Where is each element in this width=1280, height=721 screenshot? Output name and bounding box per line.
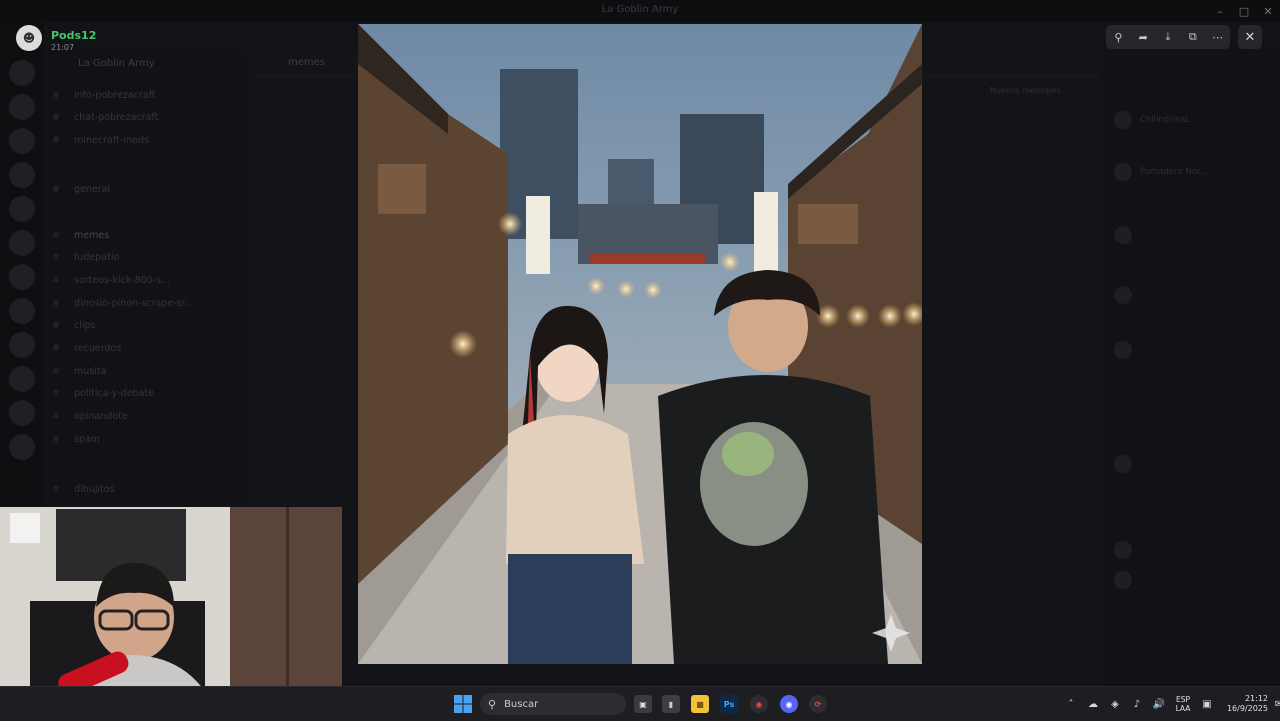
app-icon[interactable]: ⟳: [809, 695, 827, 713]
notification-icon[interactable]: ✉: [1268, 699, 1280, 710]
server-icon[interactable]: [9, 196, 35, 222]
close-viewer-button[interactable]: ✕: [1238, 25, 1262, 49]
channel-list: La Goblin Army # info-pobrezacraft # chat-…: [44, 50, 244, 510]
member-item[interactable]: [1114, 340, 1140, 360]
server-name[interactable]: La Goblin Army: [78, 58, 155, 69]
more-icon[interactable]: ⋯: [1208, 31, 1228, 44]
server-icon[interactable]: [9, 162, 35, 188]
member-item[interactable]: [1114, 285, 1140, 305]
server-icon[interactable]: [9, 366, 35, 392]
zoom-in-icon[interactable]: ⚲: [1108, 31, 1128, 44]
photoshop-icon[interactable]: Ps: [720, 695, 738, 713]
uploader-name[interactable]: Pods12: [51, 29, 96, 42]
chat-channel-name: memes: [288, 57, 325, 68]
channel-item[interactable]: # spam: [52, 434, 100, 452]
channel-item[interactable]: # info-pobrezacraft: [52, 90, 156, 108]
channel-item-selected[interactable]: # memes: [52, 230, 109, 248]
uploader-info: ☻ Pods12 21:07: [16, 24, 96, 52]
forward-icon[interactable]: ➦: [1133, 31, 1153, 44]
channel-item[interactable]: # recuerdos: [52, 343, 121, 361]
avatar: [1114, 286, 1132, 304]
windows-start-icon[interactable]: [454, 695, 472, 713]
open-external-icon[interactable]: ⧉: [1183, 30, 1203, 44]
avatar: [1114, 455, 1132, 473]
channel-item[interactable]: # musita: [52, 366, 106, 384]
channel-item[interactable]: # opinandote: [52, 411, 128, 429]
window-title: La Goblin Army: [601, 4, 679, 15]
task-view-icon[interactable]: ▣: [634, 695, 652, 713]
uploader-avatar[interactable]: ☻: [16, 25, 42, 51]
member-item[interactable]: ChilindrinaL: [1114, 110, 1190, 130]
window-close-icon[interactable]: ✕: [1256, 0, 1280, 22]
avatar: [1114, 226, 1132, 244]
channel-item[interactable]: # dibujitos: [52, 484, 115, 502]
window-titlebar: La Goblin Army – □ ✕: [0, 0, 1280, 22]
member-item[interactable]: Pomadero Nor...: [1114, 162, 1208, 182]
maximize-icon[interactable]: □: [1232, 0, 1256, 22]
avatar: [1114, 341, 1132, 359]
language-indicator[interactable]: ESP LAA: [1170, 695, 1196, 713]
channel-item[interactable]: # fudepatio: [52, 252, 119, 270]
avatar: [1114, 163, 1132, 181]
avatar: [1114, 571, 1132, 589]
member-item[interactable]: [1114, 225, 1140, 245]
member-list: ChilindrinaL Pomadero Nor...: [1104, 50, 1280, 686]
server-icon[interactable]: [9, 298, 35, 324]
uploader-time: 21:07: [51, 43, 75, 52]
server-icon[interactable]: [9, 94, 35, 120]
app-icon[interactable]: ▮: [662, 695, 680, 713]
server-icon[interactable]: [9, 434, 35, 460]
avatar: [1114, 111, 1132, 129]
viewer-toolbar: ⚲ ➦ ⤓ ⧉ ⋯: [1106, 25, 1230, 49]
member-item[interactable]: [1114, 540, 1140, 560]
channel-item[interactable]: # chat-pobrezacraft: [52, 112, 158, 130]
window-controls: – □ ✕: [1208, 0, 1280, 22]
server-icon[interactable]: [9, 332, 35, 358]
shield-icon[interactable]: ◈: [1104, 699, 1126, 710]
channel-item[interactable]: # dinosio-pinon-scrape-sr...: [52, 298, 194, 316]
minimize-icon[interactable]: –: [1208, 0, 1232, 22]
new-messages-banner[interactable]: Nuevos mensajes: [990, 86, 1090, 95]
server-icon[interactable]: [9, 60, 35, 86]
file-explorer-icon[interactable]: ■: [691, 695, 709, 713]
cloud-icon[interactable]: ☁: [1082, 699, 1104, 710]
channel-item[interactable]: # minecraft-mods: [52, 135, 149, 153]
channel-item[interactable]: # clips: [52, 320, 95, 338]
network-icon[interactable]: ▣: [1196, 699, 1218, 710]
search-placeholder: Buscar: [504, 698, 539, 710]
download-icon[interactable]: ⤓: [1158, 30, 1178, 44]
channel-item[interactable]: # general: [52, 184, 110, 202]
discord-icon[interactable]: ◉: [780, 695, 798, 713]
server-rail: [0, 22, 44, 512]
search-icon: ⚲: [488, 697, 497, 711]
channel-item[interactable]: # politica-y-debate: [52, 388, 154, 406]
taskbar-clock[interactable]: 21:12 16/9/2025: [1224, 694, 1268, 714]
server-icon[interactable]: [9, 128, 35, 154]
taskbar-search[interactable]: ⚲ Buscar: [480, 693, 626, 715]
member-item[interactable]: [1114, 454, 1140, 474]
channel-item[interactable]: # sorteos-kick-800-s...: [52, 275, 170, 293]
taskbar: ⚲ Buscar ▣ ▮ ■ Ps ◉ ◉ ⟳ ˄ ☁ ◈ ♪ 🔊 ESP LA…: [0, 686, 1280, 721]
system-tray: ˄ ☁ ◈ ♪ 🔊 ESP LAA ▣ 21:12 16/9/2025 ✉: [1060, 687, 1280, 721]
member-item[interactable]: [1114, 570, 1140, 590]
server-icon[interactable]: [9, 400, 35, 426]
chrome-icon[interactable]: ◉: [750, 695, 768, 713]
viewer-image[interactable]: [358, 24, 922, 664]
chevron-up-icon[interactable]: ˄: [1060, 699, 1082, 710]
server-icon[interactable]: [9, 230, 35, 256]
microphone-icon[interactable]: ♪: [1126, 699, 1148, 710]
avatar: [1114, 541, 1132, 559]
volume-icon[interactable]: 🔊: [1148, 699, 1170, 710]
server-icon[interactable]: [9, 264, 35, 290]
